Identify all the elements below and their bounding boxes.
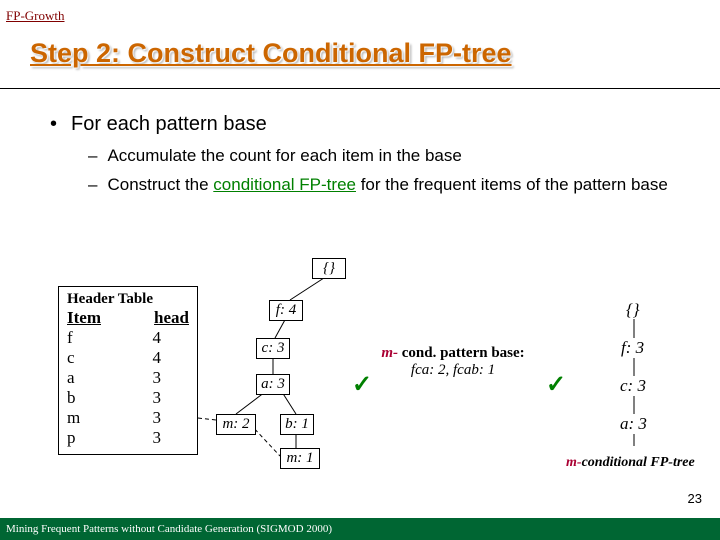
header-table-columns: Item head: [67, 308, 189, 328]
cond-node-a3: a: 3: [620, 414, 647, 434]
title-rule: [0, 88, 720, 89]
page-title: Step 2: Construct Conditional FP-tree: [30, 38, 512, 69]
table-row: c4: [67, 348, 189, 368]
col-item: Item: [67, 308, 101, 328]
tree-node-c3: c: 3: [256, 338, 290, 359]
body-text: •For each pattern base –Accumulate the c…: [50, 112, 680, 196]
footer-citation: Mining Frequent Patterns without Candida…: [0, 518, 720, 540]
tree-root: {}: [312, 258, 346, 279]
tree-node-m1: m: 1: [280, 448, 320, 469]
header-table: Header Table Item head f4 c4 a3 b3 m3 p3: [58, 286, 198, 455]
table-row: f4: [67, 328, 189, 348]
tree-node-b1: b: 1: [280, 414, 314, 435]
m-cond-pattern-base: m- cond. pattern base: fca: 2, fcab: 1: [368, 345, 538, 379]
cond-node-f3: f: 3: [621, 338, 644, 358]
cond-root: {}: [626, 300, 640, 320]
tree-node-a3: a: 3: [256, 374, 290, 395]
col-head: head: [154, 308, 189, 328]
bullet-sub1: –Accumulate the count for each item in t…: [88, 145, 680, 166]
check-icon: ✓: [352, 370, 372, 399]
cond-tree-label: m-conditional FP-tree: [566, 455, 695, 471]
table-row: a3: [67, 368, 189, 388]
m-letter: m-: [381, 345, 398, 361]
tree-node-m2: m: 2: [216, 414, 256, 435]
table-row: b3: [67, 388, 189, 408]
table-row: p3: [67, 428, 189, 448]
bullet-sub2: –Construct the conditional FP-tree for t…: [88, 174, 680, 195]
page-number: 23: [688, 491, 702, 506]
check-icon: ✓: [546, 370, 566, 399]
table-row: m3: [67, 408, 189, 428]
bullet-level1: •For each pattern base: [50, 112, 680, 137]
tree-node-f4: f: 4: [269, 300, 303, 321]
m-cond-values: fca: 2, fcab: 1: [368, 362, 538, 379]
cond-node-c3: c: 3: [620, 376, 646, 396]
header-table-caption: Header Table: [67, 291, 189, 308]
topic-label: FP-Growth: [6, 8, 65, 24]
conditional-fptree-term: conditional FP-tree: [213, 175, 356, 194]
